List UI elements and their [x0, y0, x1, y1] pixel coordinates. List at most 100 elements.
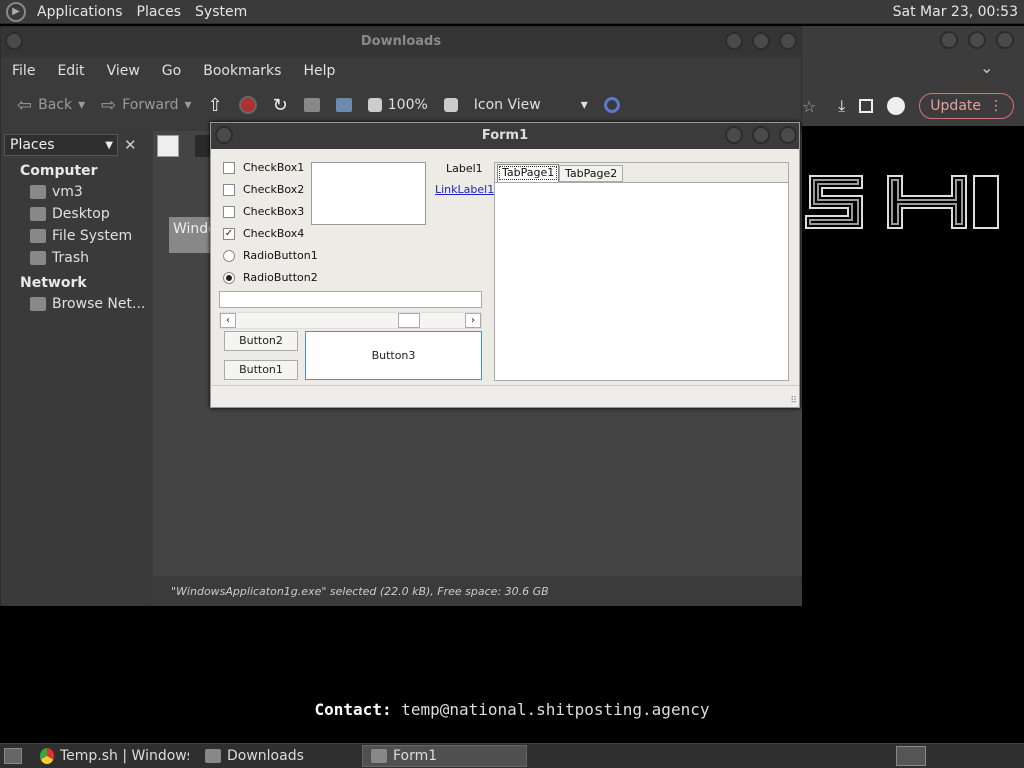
button3[interactable]: Button3: [305, 331, 482, 380]
window-menu-button[interactable]: [5, 32, 23, 50]
view-mode-select[interactable]: Icon View ▾: [468, 97, 594, 113]
scroll-right-icon[interactable]: ›: [465, 313, 481, 328]
task-downloads[interactable]: Downloads: [197, 745, 362, 767]
contact-label: Contact:: [314, 700, 392, 719]
distro-logo-icon[interactable]: ▶: [6, 1, 26, 22]
menu-file[interactable]: File: [1, 63, 46, 79]
textbox-multiline[interactable]: [311, 162, 426, 225]
sidebar-item-desktop[interactable]: Desktop: [4, 203, 150, 225]
radiobutton2[interactable]: RadioButton2: [223, 271, 318, 284]
sidebar-places-combo[interactable]: Places ▼: [4, 134, 118, 156]
form1-titlebar[interactable]: Form1: [211, 123, 799, 149]
site-logo-graphic: [805, 175, 999, 229]
close-button[interactable]: [779, 32, 797, 50]
update-button[interactable]: Update ⋮: [919, 93, 1014, 119]
sidepanel-icon[interactable]: [859, 99, 874, 113]
tab-tabpage1[interactable]: TabPage1: [497, 164, 560, 182]
back-button[interactable]: ⇦ Back ▾: [11, 95, 91, 116]
checkbox1[interactable]: CheckBox1: [223, 161, 304, 174]
zoom-in-button[interactable]: [438, 98, 464, 112]
sidebar-item-file-system[interactable]: File System: [4, 225, 150, 247]
radiobutton2-circle: [223, 271, 235, 284]
resize-grip-icon[interactable]: ⠿: [790, 396, 797, 406]
home-folder-icon: [303, 98, 320, 112]
browser-close-button[interactable]: [996, 31, 1014, 49]
menu-places[interactable]: Places: [130, 4, 189, 20]
scroll-thumb[interactable]: [398, 313, 420, 328]
download-icon[interactable]: ⤓: [838, 96, 845, 116]
stop-button[interactable]: [233, 96, 263, 114]
menu-edit[interactable]: Edit: [46, 63, 95, 79]
button2[interactable]: Button2: [224, 331, 298, 351]
menu-help[interactable]: Help: [292, 63, 346, 79]
maximize-button[interactable]: [752, 32, 770, 50]
reload-button[interactable]: ↻: [267, 95, 294, 116]
home-folder-icon: [30, 185, 46, 199]
menu-view[interactable]: View: [96, 63, 151, 79]
browser-maximize-button[interactable]: [968, 31, 986, 49]
checkbox1-box: [223, 161, 235, 174]
linklabel1[interactable]: LinkLabel1: [435, 183, 494, 196]
button1[interactable]: Button1: [224, 360, 298, 380]
task-browser[interactable]: Temp.sh | Windows...: [32, 745, 197, 767]
stop-icon: [238, 96, 257, 114]
file-item-selected[interactable]: Windo: [169, 217, 211, 253]
checkbox4-box: ✓: [223, 227, 235, 240]
back-dropdown-icon: ▾: [78, 97, 86, 113]
form1-minimize-button[interactable]: [725, 126, 743, 144]
web-page-background: [0, 605, 1024, 743]
up-button[interactable]: ⇧: [202, 95, 229, 116]
tab-tabpage2[interactable]: TabPage2: [559, 165, 624, 182]
path-bar-button[interactable]: [195, 135, 211, 157]
forward-label: Forward: [122, 97, 179, 113]
show-desktop-icon[interactable]: [4, 748, 22, 764]
sidebar-item-vm3[interactable]: vm3: [4, 181, 150, 203]
search-button[interactable]: [598, 97, 626, 113]
menu-system[interactable]: System: [188, 4, 254, 20]
menu-bookmarks[interactable]: Bookmarks: [192, 63, 292, 79]
computer-button[interactable]: [330, 98, 358, 112]
computer-icon: [335, 98, 352, 112]
radiobutton1-circle: [223, 249, 235, 262]
tab-list-chevron-icon[interactable]: ⌄: [980, 58, 993, 77]
task-label: Downloads: [227, 748, 304, 764]
forward-button[interactable]: ⇨ Forward ▾: [95, 95, 197, 116]
sidebar-item-trash[interactable]: Trash: [4, 247, 150, 269]
workspace-switcher[interactable]: [896, 746, 926, 766]
contact-email[interactable]: temp@national.shitposting.agency: [401, 700, 709, 719]
file-manager-titlebar[interactable]: Downloads: [1, 27, 801, 57]
bookmark-star-icon[interactable]: ☆: [802, 97, 816, 116]
form1-maximize-button[interactable]: [752, 126, 770, 144]
menu-applications[interactable]: Applications: [30, 4, 130, 20]
sidebar-close-icon[interactable]: ✕: [124, 136, 137, 154]
chrome-icon: [40, 748, 54, 764]
sidebar-item-browse-network[interactable]: Browse Net...: [4, 293, 150, 315]
checkbox4[interactable]: ✓ CheckBox4: [223, 227, 304, 240]
home-button[interactable]: [298, 98, 326, 112]
tab-control: TabPage1 TabPage2: [494, 162, 789, 381]
menu-go[interactable]: Go: [151, 63, 192, 79]
form1-menu-button[interactable]: [215, 126, 233, 144]
radiobutton1[interactable]: RadioButton1: [223, 249, 318, 262]
checkbox3[interactable]: CheckBox3: [223, 205, 304, 218]
search-icon: [603, 97, 620, 113]
checkbox2[interactable]: CheckBox2: [223, 183, 304, 196]
label1: Label1: [446, 162, 483, 175]
form1-close-button[interactable]: [779, 126, 797, 144]
scroll-left-icon[interactable]: ‹: [220, 313, 236, 328]
sidebar-item-label: Trash: [52, 250, 89, 266]
browser-toolbar: ☆ ⤓ Update ⋮: [802, 86, 1024, 126]
clock[interactable]: Sat Mar 23, 00:53: [893, 4, 1024, 20]
browser-tabstrip: ⌄: [802, 52, 1024, 86]
textbox1[interactable]: [219, 291, 482, 308]
checkbox2-box: [223, 183, 235, 196]
zoom-out-button[interactable]: 100%: [362, 97, 434, 113]
browser-minimize-button[interactable]: [940, 31, 958, 49]
reload-icon: ↻: [272, 94, 288, 116]
form1-title: Form1: [481, 128, 529, 143]
task-form1[interactable]: Form1: [362, 745, 527, 767]
profile-avatar-icon[interactable]: [887, 97, 906, 115]
edit-location-icon[interactable]: [157, 135, 179, 157]
minimize-button[interactable]: [725, 32, 743, 50]
hscrollbar[interactable]: ‹ ›: [219, 312, 482, 329]
